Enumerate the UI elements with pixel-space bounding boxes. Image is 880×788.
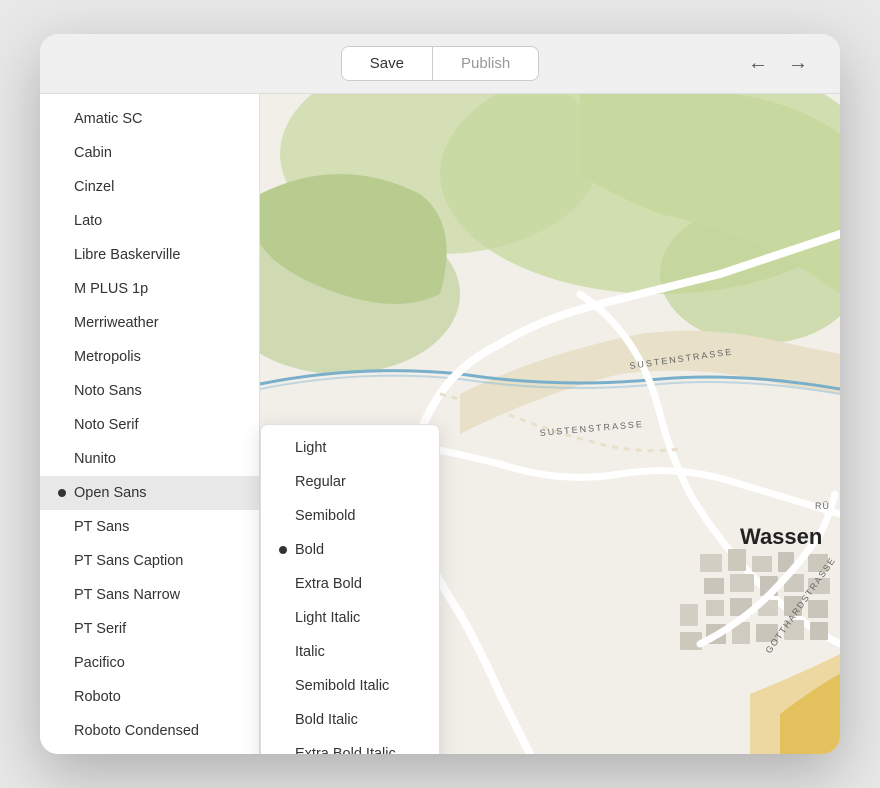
font-item[interactable]: PT Sans [40, 510, 259, 544]
font-item-label: Lato [74, 213, 102, 229]
weight-item[interactable]: Regular [261, 465, 439, 499]
font-item[interactable]: Nunito [40, 442, 259, 476]
font-item[interactable]: Source Sans Pro [40, 748, 259, 754]
font-item-label: Noto Serif [74, 417, 138, 433]
font-item-label: Metropolis [74, 349, 141, 365]
font-item[interactable]: PT Sans Narrow [40, 578, 259, 612]
font-item-label: Cinzel [74, 179, 114, 195]
font-item-label: PT Sans Caption [74, 553, 183, 569]
font-item-label: Open Sans [74, 485, 147, 501]
weight-item[interactable]: Extra Bold Italic [261, 737, 439, 754]
font-item-label: Cabin [74, 145, 112, 161]
svg-text:Wassen: Wassen [740, 524, 822, 549]
toolbar: Save Publish ← → [40, 34, 840, 94]
weight-item-label: Bold [295, 542, 324, 558]
font-item[interactable]: PT Serif [40, 612, 259, 646]
toolbar-nav: ← → [740, 48, 816, 79]
font-item[interactable]: Cabin [40, 136, 259, 170]
font-item[interactable]: Open Sans [40, 476, 259, 510]
font-item-label: Nunito [74, 451, 116, 467]
weight-item[interactable]: Italic [261, 635, 439, 669]
font-item[interactable]: Roboto Condensed [40, 714, 259, 748]
font-item-label: PT Sans Narrow [74, 587, 180, 603]
font-item[interactable]: Libre Baskerville [40, 238, 259, 272]
weight-item[interactable]: Light Italic [261, 601, 439, 635]
weight-item[interactable]: Semibold Italic [261, 669, 439, 703]
weight-item-label: Bold Italic [295, 712, 358, 728]
weight-item-label: Regular [295, 474, 346, 490]
weight-item-label: Extra Bold Italic [295, 746, 396, 754]
save-button[interactable]: Save [342, 47, 432, 80]
font-item[interactable]: Merriweather [40, 306, 259, 340]
font-item[interactable]: Noto Sans [40, 374, 259, 408]
weight-item-label: Light [295, 440, 326, 456]
font-item-label: M PLUS 1p [74, 281, 148, 297]
weight-item-label: Italic [295, 644, 325, 660]
back-button[interactable]: ← [740, 48, 776, 79]
font-item-label: Roboto Condensed [74, 723, 199, 739]
font-item-label: PT Serif [74, 621, 126, 637]
weight-item[interactable]: Semibold [261, 499, 439, 533]
main-content: Amatic SC Cabin Cinzel Lato Libre Baskervill… [40, 94, 840, 754]
font-item[interactable]: Lato [40, 204, 259, 238]
font-item[interactable]: PT Sans Caption [40, 544, 259, 578]
app-container: Save Publish ← → Amatic SC Cabin Cinzel Lat… [40, 34, 840, 754]
font-list-sidebar: Amatic SC Cabin Cinzel Lato Libre Baskervill… [40, 94, 260, 754]
svg-text:RÜ: RÜ [815, 501, 830, 511]
font-item-label: Pacifico [74, 655, 125, 671]
font-item[interactable]: Cinzel [40, 170, 259, 204]
toolbar-button-group: Save Publish [341, 46, 539, 81]
weight-item[interactable]: Extra Bold [261, 567, 439, 601]
font-item[interactable]: M PLUS 1p [40, 272, 259, 306]
font-item-label: Amatic SC [74, 111, 143, 127]
selected-dot-icon [279, 546, 287, 554]
font-item[interactable]: Metropolis [40, 340, 259, 374]
weight-item-label: Light Italic [295, 610, 360, 626]
weight-item[interactable]: Bold [261, 533, 439, 567]
font-item-label: Roboto [74, 689, 121, 705]
font-item[interactable]: Roboto [40, 680, 259, 714]
font-item-label: Merriweather [74, 315, 159, 331]
font-item[interactable]: Pacifico [40, 646, 259, 680]
publish-button[interactable]: Publish [432, 47, 538, 80]
font-item[interactable]: Noto Serif [40, 408, 259, 442]
weight-submenu: Light Regular Semibold Bold Extra Bold Light … [260, 424, 440, 754]
font-item-label: Noto Sans [74, 383, 142, 399]
weight-item[interactable]: Light [261, 431, 439, 465]
font-item-label: Libre Baskerville [74, 247, 180, 263]
weight-item-label: Semibold Italic [295, 678, 389, 694]
weight-item-label: Extra Bold [295, 576, 362, 592]
weight-item-label: Semibold [295, 508, 355, 524]
weight-item[interactable]: Bold Italic [261, 703, 439, 737]
font-item[interactable]: Amatic SC [40, 102, 259, 136]
selected-dot-icon [58, 489, 66, 497]
forward-button[interactable]: → [780, 48, 816, 79]
font-item-label: PT Sans [74, 519, 129, 535]
